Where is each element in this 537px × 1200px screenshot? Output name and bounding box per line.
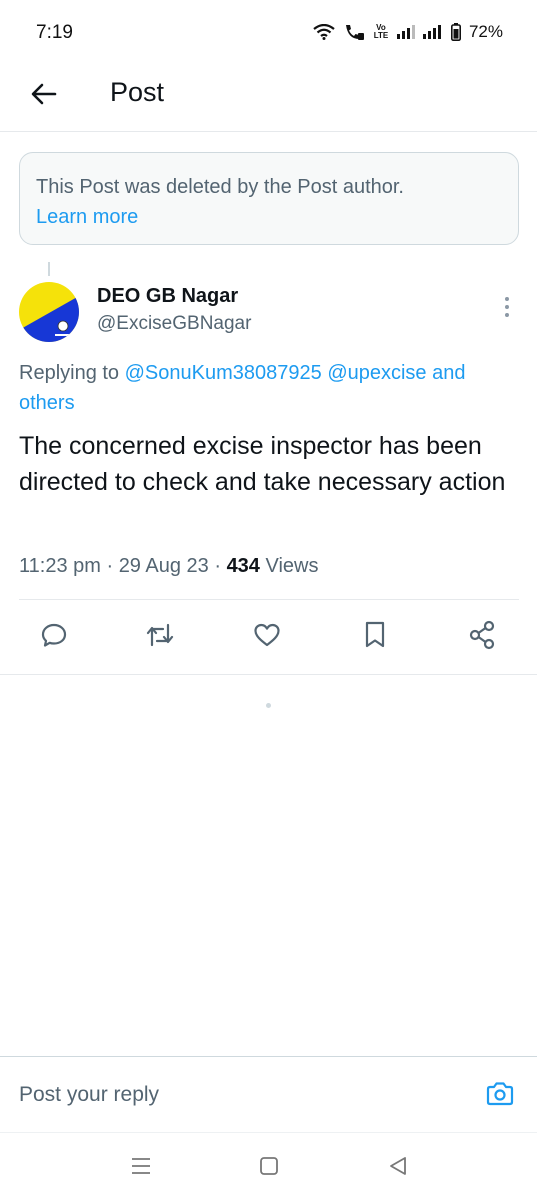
menu-lines-icon [131,1157,151,1180]
mention-and[interactable]: and [427,362,465,384]
deleted-post-notice: This Post was deleted by the Post author… [19,152,519,245]
mention-link-2[interactable]: @upexcise [327,362,426,384]
loading-indicator [266,703,271,708]
bookmark-button[interactable] [355,617,395,657]
page-title: Post [110,77,165,107]
reply-bar: Post your reply [0,1056,537,1132]
meta-separator: · [208,555,227,577]
meta-separator: · [100,555,119,577]
more-dot [505,305,509,309]
battery-icon [450,23,461,41]
wifi-icon [313,24,335,40]
top-header: Post [0,64,537,132]
like-button[interactable] [247,617,287,657]
views-label: Views [265,555,319,577]
post-time[interactable]: 11:23 pm [19,555,101,577]
mention-link-1[interactable]: @SonuKum38087925 [125,362,322,384]
reply-input[interactable]: Post your reply [19,1083,159,1107]
triangle-back-icon [388,1156,408,1181]
volte-indicator: Vo LTE [373,23,389,40]
signal-2-icon [422,25,443,39]
share-icon [468,620,496,655]
divider [0,674,537,675]
heart-icon [252,621,282,654]
author-name[interactable]: DEO GB Nagar [97,285,238,308]
thread-connector-line [48,262,50,276]
wifi-calling-icon [343,23,365,41]
more-options-button[interactable] [494,294,520,320]
share-button[interactable] [462,617,502,657]
system-back-button[interactable] [383,1153,413,1183]
arrow-left-icon [31,83,57,110]
battery-percent: 72% [468,22,503,41]
views-count: 434 [226,555,260,577]
status-time: 7:19 [36,22,73,43]
more-dot [505,313,509,317]
deleted-notice-message: This Post was deleted by the Post author… [36,176,404,198]
status-bar: 7:19 Vo LTE 72% [0,0,537,64]
square-icon [259,1156,279,1181]
bookmark-icon [362,620,388,655]
home-button[interactable] [254,1153,284,1183]
reply-button[interactable] [34,617,74,657]
system-nav-bar [0,1132,537,1200]
more-vertical-icon [505,297,509,301]
camera-button[interactable] [483,1079,517,1113]
back-button[interactable] [24,76,64,116]
signal-1-icon [396,25,415,39]
replying-to-line: Replying to @SonuKum38087925 @upexcise a… [19,358,537,418]
repost-button[interactable] [140,617,180,657]
post-meta: 11:23 pm · 29 Aug 23 · 434 Views [19,555,319,578]
divider [19,599,519,600]
repost-icon [145,621,175,654]
mention-others-link[interactable]: others [19,392,75,414]
replying-prefix: Replying to [19,362,125,384]
status-icons: Vo LTE 72% [313,22,503,42]
post-date[interactable]: 29 Aug 23 [119,555,209,577]
recents-button[interactable] [126,1153,156,1183]
author-handle[interactable]: @ExciseGBNagar [97,313,251,335]
learn-more-link[interactable]: Learn more [36,206,138,228]
comment-icon [40,621,68,654]
camera-icon [485,1081,515,1112]
post-text: The concerned excise inspector has been … [19,432,506,496]
post-actions [0,617,537,659]
avatar[interactable] [19,282,79,342]
